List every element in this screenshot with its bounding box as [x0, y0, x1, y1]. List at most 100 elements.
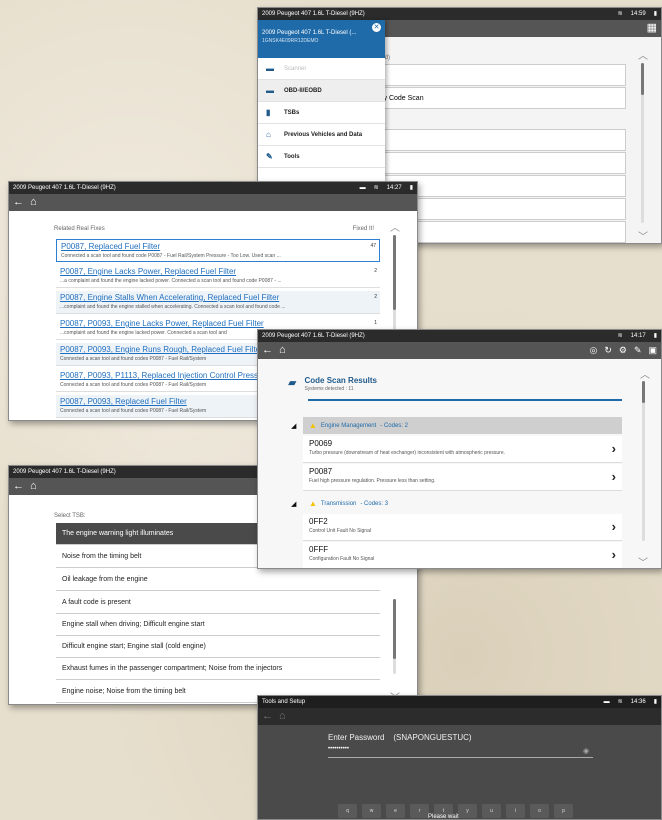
tsb-item[interactable]: Exhaust fumes in the passenger compartme…: [56, 658, 380, 680]
chevron-right-icon: ›: [611, 547, 616, 562]
code-desc: Turbo pressure (downstream of heat excha…: [309, 450, 506, 456]
codes-count: - Codes: 2: [380, 422, 408, 429]
collapse-triangle-icon[interactable]: ◢: [291, 422, 296, 430]
menu-item-previous-vehicles[interactable]: ⌂ Previous Vehicles and Data: [258, 124, 385, 146]
list-row[interactable]: d By Code Scan: [368, 87, 626, 109]
code-desc: Fuel high pressure regulation. Pressure …: [309, 478, 436, 484]
menu-item-tsbs[interactable]: ▮ TSBs: [258, 102, 385, 124]
key[interactable]: u: [482, 804, 501, 818]
eye-icon[interactable]: ◉: [583, 747, 589, 755]
fix-item[interactable]: P0087, Replaced Fuel Filter Connected a s…: [56, 239, 380, 262]
scroll-thumb[interactable]: [642, 381, 645, 403]
systems-count: Systems detected : 11: [304, 386, 354, 392]
vehicle-title: 2009 Peugeot 407 1.6L T-Diesel (9HZ): [13, 469, 116, 475]
key[interactable]: w: [362, 804, 381, 818]
grid-menu-icon[interactable]: ▦: [647, 23, 657, 34]
code-id: P0087: [309, 467, 333, 476]
list-row[interactable]: [368, 64, 626, 86]
tsb-item[interactable]: Oil leakage from the engine: [56, 569, 380, 591]
save-icon[interactable]: ▣: [648, 345, 657, 356]
refresh-icon[interactable]: ↻: [604, 345, 612, 356]
menu-item-obd[interactable]: ▬ OBD-II/EOBD: [258, 80, 385, 102]
fix-item[interactable]: P0087, Engine Lacks Power, Replaced Fuel…: [56, 265, 380, 288]
password-label: Enter Password (SNAPONGUESTUC): [328, 733, 472, 742]
scroll-thumb[interactable]: [641, 63, 644, 95]
system-name: Transmission: [320, 500, 357, 507]
key[interactable]: q: [338, 804, 357, 818]
drawer-vehicle-title: 2009 Peugeot 407 1.6L T-Diesel (...: [262, 30, 357, 36]
fix-item[interactable]: P0087, Engine Stalls When Accelerating, …: [56, 291, 380, 314]
key[interactable]: p: [554, 804, 573, 818]
menu-item-scanner[interactable]: ▬ Scanner: [258, 58, 385, 80]
scroll-thumb[interactable]: [393, 235, 396, 310]
code-id: 0FF2: [309, 517, 328, 526]
back-arrow-icon[interactable]: ←: [13, 197, 24, 208]
scrollbar[interactable]: [393, 599, 396, 674]
close-icon[interactable]: ✕: [372, 23, 381, 32]
results-header: ▰ Code Scan Results Systems detected : 1…: [288, 376, 377, 392]
tsb-item[interactable]: Engine stall when driving; Difficult eng…: [56, 614, 380, 636]
code-row[interactable]: 0FFF Configuration Fault No Signal ›: [303, 542, 622, 568]
chevron-right-icon: ›: [611, 441, 616, 456]
minus-icon: ▬: [603, 699, 610, 705]
battery-icon: ▮: [653, 699, 657, 705]
drawer-header: 2009 Peugeot 407 1.6L T-Diesel (... 1GNS…: [258, 20, 385, 58]
screen-title: Tools and Setup: [262, 699, 306, 705]
scroll-down-icon[interactable]: ﹀: [638, 228, 648, 243]
password-field[interactable]: ••••••••••: [328, 746, 593, 758]
battery-icon: ▮: [653, 333, 657, 339]
codes-count: - Codes: 3: [360, 500, 389, 507]
engine-icon[interactable]: ⚙: [619, 345, 627, 356]
drawer-vin: 1GNSK4E09RR12DEMO: [262, 38, 319, 44]
scroll-down-icon[interactable]: ﹀: [638, 554, 648, 568]
screenshot-password-entry: Tools and Setup ▬ ≋ 14:36 ▮ ← ⌂ Enter Passw…: [257, 695, 662, 820]
nav-bar: ← ⌂ ◎ ↻ ⚙ ✎ ▣: [258, 342, 661, 359]
back-arrow-icon[interactable]: ←: [262, 711, 273, 722]
scrollbar[interactable]: [642, 381, 645, 541]
code-row[interactable]: P0087 Fuel high pressure regulation. Pre…: [303, 464, 622, 491]
list-header: Related Real Fixes Fixed It!: [54, 226, 374, 232]
clock: 14:36: [630, 699, 646, 705]
key[interactable]: e: [386, 804, 405, 818]
home-icon[interactable]: ⌂: [279, 345, 286, 356]
clock: 14:17: [630, 333, 646, 339]
header-label: Related Real Fixes: [54, 226, 105, 232]
scroll-up-icon[interactable]: ︿: [640, 366, 650, 381]
scroll-thumb[interactable]: [393, 599, 396, 659]
nav-bar: ← ⌂: [9, 194, 417, 211]
menu-item-tools[interactable]: ✎ Tools: [258, 146, 385, 168]
scroll-up-icon[interactable]: ︿: [390, 219, 400, 234]
vehicle-title: 2009 Peugeot 407 1.6L T-Diesel (9HZ): [262, 333, 365, 339]
system-header-transmission[interactable]: ▲ Transmission - Codes: 3: [303, 495, 622, 512]
wifi-icon: ≋: [373, 185, 379, 191]
warning-icon: ▲: [309, 499, 317, 508]
list-row[interactable]: [368, 152, 626, 174]
gauge-icon[interactable]: ◎: [589, 345, 597, 356]
wrench-icon[interactable]: ✎: [634, 345, 642, 356]
tsb-item[interactable]: A fault code is present: [56, 592, 380, 614]
home-icon[interactable]: ⌂: [279, 711, 286, 722]
garage-icon: ⌂: [266, 130, 271, 139]
back-arrow-icon[interactable]: ←: [262, 345, 273, 356]
tsb-item[interactable]: Difficult engine start; Engine stall (co…: [56, 636, 380, 658]
code-row[interactable]: P0069 Turbo pressure (downstream of heat…: [303, 436, 622, 463]
scrollbar[interactable]: [641, 63, 644, 223]
code-desc: Configuration Fault No Signal: [309, 556, 375, 562]
key[interactable]: o: [530, 804, 549, 818]
password-panel: Enter Password (SNAPONGUESTUC) •••••••••…: [258, 725, 661, 819]
key[interactable]: y: [458, 804, 477, 818]
home-icon[interactable]: ⌂: [30, 197, 37, 208]
scroll-up-icon[interactable]: ︿: [638, 47, 648, 62]
system-header-engine[interactable]: ▲ Engine Management - Codes: 2: [303, 417, 622, 434]
key[interactable]: i: [506, 804, 525, 818]
code-row[interactable]: 0FF2 Control Unit Fault No Signal ›: [303, 514, 622, 541]
key[interactable]: r: [410, 804, 429, 818]
status-bar: 2009 Peugeot 407 1.6L T-Diesel (9HZ) ≋ 14…: [258, 8, 661, 20]
code-id: P0069: [309, 439, 333, 448]
list-row[interactable]: [368, 129, 626, 151]
home-icon[interactable]: ⌂: [30, 481, 37, 492]
obd-icon: ▬: [266, 86, 274, 95]
collapse-triangle-icon[interactable]: ◢: [291, 500, 296, 508]
clock: 14:59: [630, 11, 646, 17]
back-arrow-icon[interactable]: ←: [13, 481, 24, 492]
